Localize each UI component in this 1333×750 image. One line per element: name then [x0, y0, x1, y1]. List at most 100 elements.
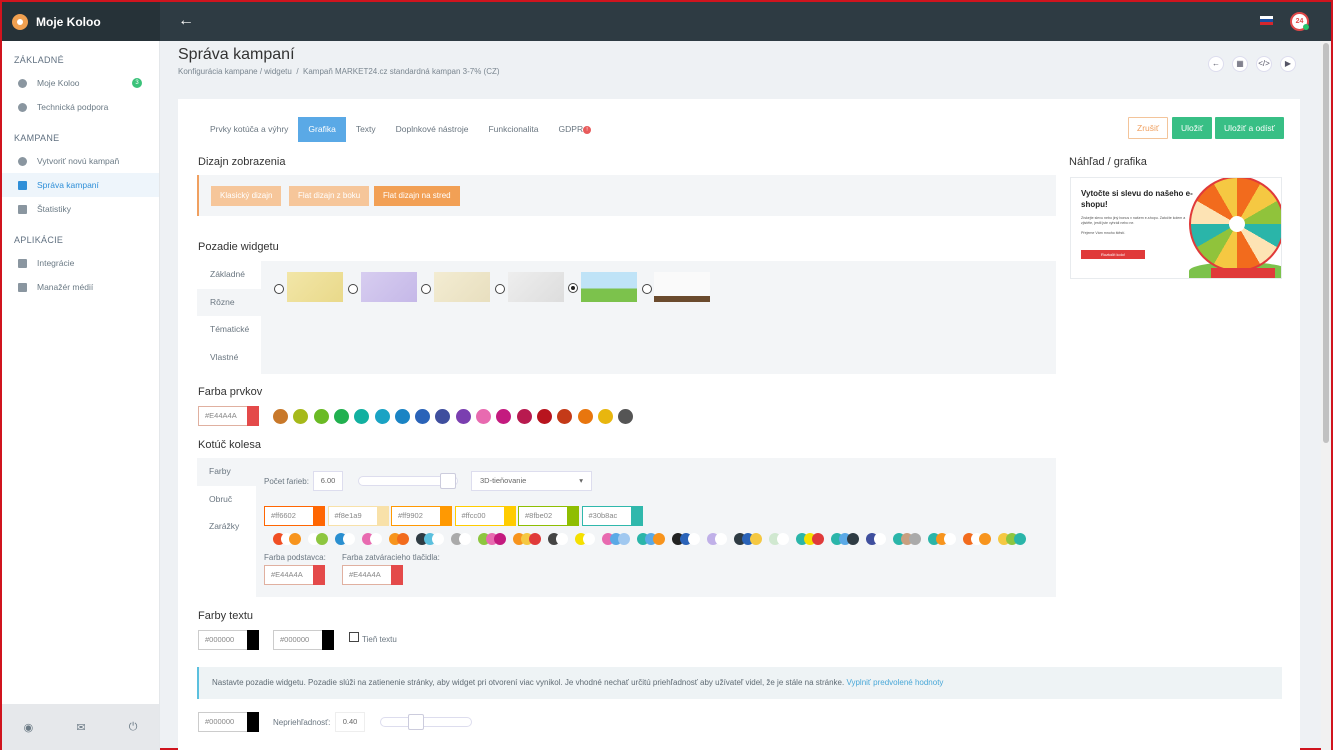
flag-icon[interactable]	[1260, 16, 1273, 25]
palette-color-dot[interactable]	[577, 409, 593, 424]
wheel-color-input[interactable]: #30b8ac	[581, 506, 632, 526]
sidebar-item-new-campaign[interactable]: Vytvoriť novú kampaň	[2, 149, 159, 173]
fill-defaults-link[interactable]: Vyplniť predvolené hodnoty	[846, 678, 943, 687]
text-color-swatch-1[interactable]	[247, 630, 259, 650]
color-combo-dot[interactable]	[343, 533, 355, 545]
palette-color-dot[interactable]	[455, 409, 471, 424]
sidebar-item-support[interactable]: Technická podpora	[2, 95, 159, 119]
design-flat-side-button[interactable]: Flat dizajn z boku	[289, 186, 370, 206]
color-combo-dot[interactable]	[618, 533, 630, 545]
color-combo-dot[interactable]	[370, 533, 382, 545]
wheel-color-swatch[interactable]	[313, 506, 325, 526]
background-radio-selected[interactable]	[568, 283, 578, 293]
mail-icon[interactable]: ✉	[76, 721, 85, 734]
palette-color-dot[interactable]	[313, 409, 329, 424]
sidebar-item-manage-campaigns[interactable]: Správa kampaní	[2, 173, 159, 197]
wheel-color-input[interactable]: #ff6602	[264, 506, 314, 526]
tab-gdpr[interactable]: GDPR!	[549, 117, 602, 142]
tab-texts[interactable]: Texty	[346, 117, 386, 142]
wheel-color-swatch[interactable]	[567, 506, 579, 526]
color-combo-dot[interactable]	[494, 533, 506, 545]
opacity-slider[interactable]	[380, 717, 472, 727]
palette-color-dot[interactable]	[536, 409, 552, 424]
background-thumbnail[interactable]	[434, 272, 490, 302]
overlay-color-swatch[interactable]	[247, 712, 259, 732]
color-combo-dot[interactable]	[397, 533, 409, 545]
color-combo-dot[interactable]	[432, 533, 444, 545]
opacity-input[interactable]: 0.40	[335, 712, 365, 732]
background-tab-custom[interactable]: Vlastné	[197, 344, 261, 372]
element-color-swatch[interactable]	[247, 406, 259, 426]
color-combo-dot[interactable]	[583, 533, 595, 545]
background-tab-basic[interactable]: Základné	[197, 261, 261, 289]
wheel-color-swatch[interactable]	[440, 506, 452, 526]
color-combo-dot[interactable]	[688, 533, 700, 545]
save-and-leave-button[interactable]: Uložiť a odísť	[1215, 117, 1284, 139]
color-combo-dot[interactable]	[847, 533, 859, 545]
sidebar-item-media[interactable]: Manažér médií	[2, 275, 159, 299]
palette-color-dot[interactable]	[354, 409, 370, 424]
design-flat-center-button[interactable]: Flat dizajn na stred	[374, 186, 460, 206]
color-combo-dot[interactable]	[777, 533, 789, 545]
sidebar-item-statistics[interactable]: Štatistiky	[2, 197, 159, 221]
text-color-input-2[interactable]: #000000	[273, 630, 323, 650]
background-radio[interactable]	[642, 284, 652, 294]
shading-select[interactable]: 3D-tieňovanie ▾	[471, 471, 592, 491]
background-tab-thematic[interactable]: Tématické	[197, 316, 261, 344]
wheel-color-swatch[interactable]	[630, 506, 643, 526]
palette-color-dot[interactable]	[435, 409, 451, 424]
background-thumbnail[interactable]	[581, 272, 637, 302]
play-icon[interactable]: ▶	[1280, 56, 1296, 72]
element-color-input[interactable]: #E44A4A	[198, 406, 248, 426]
color-combo-dot[interactable]	[653, 533, 665, 545]
color-combo-dot[interactable]	[979, 533, 991, 545]
sidebar-item-moje-koloo[interactable]: Moje Koloo 3	[2, 71, 159, 95]
background-thumbnail[interactable]	[508, 272, 564, 302]
globe-icon[interactable]: ◉	[24, 721, 34, 734]
palette-color-dot[interactable]	[557, 409, 573, 424]
back-icon[interactable]: ←	[1208, 56, 1224, 72]
color-combo-dot[interactable]	[289, 533, 301, 545]
save-button[interactable]: Uložiť	[1172, 117, 1213, 139]
text-color-swatch-2[interactable]	[322, 630, 334, 650]
color-combo-dot[interactable]	[909, 533, 921, 545]
slider-handle[interactable]	[440, 473, 456, 489]
background-thumbnail[interactable]	[361, 272, 417, 302]
color-combo-dot[interactable]	[715, 533, 727, 545]
wheel-color-input[interactable]: #8fbe02	[518, 506, 568, 526]
color-combo-dot[interactable]	[874, 533, 886, 545]
color-combo-dot[interactable]	[556, 533, 568, 545]
color-count-input[interactable]: 6.00	[313, 471, 343, 491]
background-radio[interactable]	[421, 284, 431, 294]
close-button-color-input[interactable]: #E44A4A	[342, 565, 392, 585]
palette-color-dot[interactable]	[273, 409, 288, 424]
wheel-color-input[interactable]: #f8e1a9	[327, 506, 378, 526]
color-combo-dot[interactable]	[529, 533, 541, 545]
wheel-tab-colors[interactable]: Farby	[197, 458, 256, 486]
color-combo-dot[interactable]	[316, 533, 328, 545]
background-radio[interactable]	[348, 284, 358, 294]
tab-tools[interactable]: Doplnkové nástroje	[386, 117, 479, 142]
wheel-color-input[interactable]: #ffcc00	[454, 506, 505, 526]
palette-color-dot[interactable]	[597, 409, 613, 424]
avatar[interactable]: 24	[1290, 12, 1309, 31]
palette-color-dot[interactable]	[476, 409, 491, 424]
color-combo-dot[interactable]	[944, 533, 956, 545]
palette-color-dot[interactable]	[293, 409, 309, 424]
tab-graphics[interactable]: Grafika	[298, 117, 346, 142]
scrollbar-thumb[interactable]	[1323, 43, 1329, 443]
wheel-tab-stoppers[interactable]: Zarážky	[197, 513, 256, 541]
palette-color-dot[interactable]	[333, 409, 349, 424]
close-button-color-swatch[interactable]	[391, 565, 403, 585]
wheel-color-swatch[interactable]	[376, 506, 389, 526]
text-shadow-checkbox[interactable]	[349, 632, 359, 642]
stats-icon[interactable]: ▦	[1232, 56, 1248, 72]
power-icon[interactable]: ⏻	[129, 721, 138, 734]
overlay-color-input[interactable]: #000000	[198, 712, 248, 732]
palette-color-dot[interactable]	[516, 409, 532, 424]
palette-color-dot[interactable]	[374, 409, 390, 424]
breadcrumb-item[interactable]: Konfigurácia kampane / widgetu	[178, 67, 292, 76]
code-icon[interactable]: </>	[1256, 56, 1272, 72]
background-tab-various[interactable]: Rôzne	[197, 288, 261, 316]
palette-color-dot[interactable]	[415, 409, 431, 424]
